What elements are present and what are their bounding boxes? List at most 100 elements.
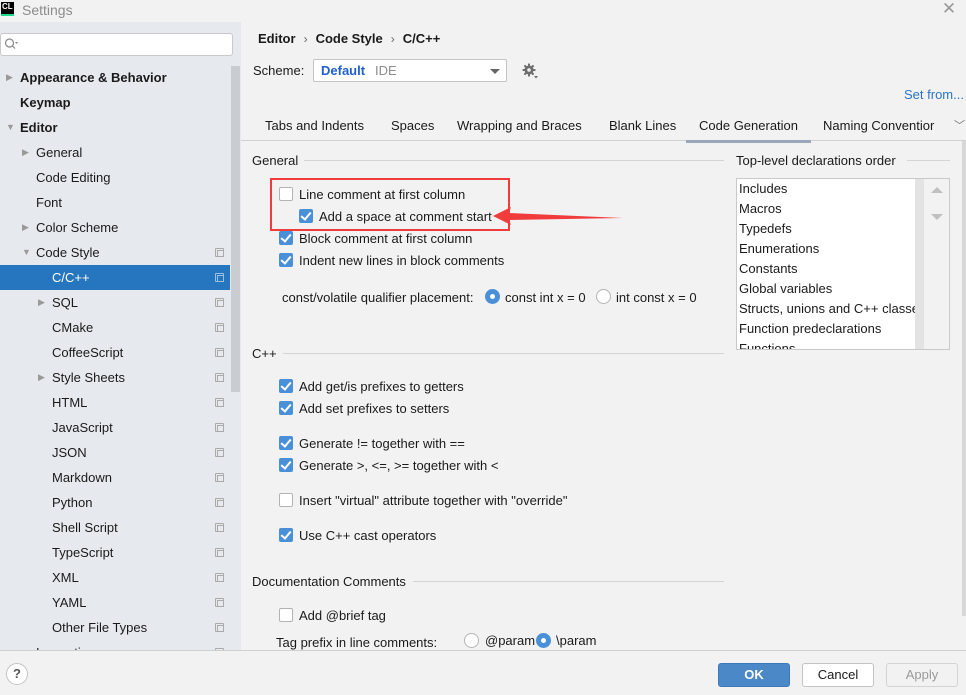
sidebar-item-javascript[interactable]: JavaScript: [0, 415, 230, 440]
apply-button[interactable]: Apply: [886, 663, 958, 687]
sidebar-item-typescript[interactable]: TypeScript: [0, 540, 230, 565]
divider: [413, 581, 724, 582]
scheme-dropdown[interactable]: Default IDE: [313, 59, 507, 82]
declarations-order-item[interactable]: Structs, unions and C++ classes: [737, 299, 923, 319]
sidebar-item-shell-script[interactable]: Shell Script: [0, 515, 230, 540]
sidebar-item-coffeescript[interactable]: CoffeeScript: [0, 340, 230, 365]
sidebar-item-markdown[interactable]: Markdown: [0, 465, 230, 490]
use-cpp-cast-checkbox[interactable]: [279, 528, 293, 542]
declarations-order-item[interactable]: Typedefs: [737, 219, 923, 239]
declarations-order-item[interactable]: Macros: [737, 199, 923, 219]
generate-comparison-checkbox[interactable]: [279, 458, 293, 472]
order-buttons-panel: [924, 178, 950, 350]
annotation-arrow-icon: [493, 207, 623, 225]
project-scheme-copy-icon: [215, 273, 224, 282]
set-from-link[interactable]: Set from...: [904, 87, 964, 102]
divider: [304, 160, 724, 161]
search-icon: [4, 38, 18, 49]
chevron-right-icon[interactable]: ▶: [38, 365, 45, 390]
cancel-button[interactable]: Cancel: [802, 663, 874, 687]
sidebar-item-font[interactable]: Font: [0, 190, 230, 215]
project-scheme-copy-icon: [215, 598, 224, 607]
tag-prefix-radio-backslash-param[interactable]: [536, 633, 551, 648]
sidebar-item-label: Other File Types: [52, 620, 148, 635]
sidebar-item-editor[interactable]: ▼ Editor: [0, 115, 230, 140]
chevron-down-icon[interactable]: ﹀: [954, 117, 965, 133]
block-comment-first-column-checkbox[interactable]: [279, 231, 293, 245]
cv-placement-radio-const-int[interactable]: [485, 289, 500, 304]
main-panel-scrollbar[interactable]: [962, 141, 966, 616]
tab-bar: Tabs and Indents Spaces Wrapping and Bra…: [241, 113, 966, 143]
sidebar-item-other-file-types[interactable]: Other File Types: [0, 615, 230, 640]
chevron-down-icon[interactable]: ▼: [22, 240, 31, 265]
move-down-icon[interactable]: [931, 214, 943, 220]
chevron-right-icon[interactable]: ▶: [38, 290, 45, 315]
declarations-list-scrollbar[interactable]: [915, 179, 924, 349]
sidebar-item-code-editing[interactable]: Code Editing: [0, 165, 230, 190]
tab-tabs-and-indents[interactable]: Tabs and Indents: [265, 118, 364, 133]
sidebar-item-inspections[interactable]: Inspections: [0, 640, 230, 650]
declarations-order-list[interactable]: Includes Macros Typedefs Enumerations Consta…: [736, 178, 924, 350]
sidebar-item-label: HTML: [52, 395, 88, 410]
project-scheme-copy-icon: [215, 323, 224, 332]
tab-naming-convention[interactable]: Naming Conventior: [823, 118, 934, 133]
sidebar-item-html[interactable]: HTML: [0, 390, 230, 415]
sidebar-item-label: CMake: [52, 320, 94, 335]
sidebar-item-style-sheets[interactable]: ▶ Style Sheets: [0, 365, 230, 390]
breadcrumb-item: C/C++: [402, 31, 441, 46]
project-scheme-copy-icon: [215, 298, 224, 307]
settings-search-input[interactable]: [0, 33, 233, 56]
cv-placement-radio-int-const[interactable]: [596, 289, 611, 304]
tab-wrapping-and-braces[interactable]: Wrapping and Braces: [457, 118, 582, 133]
sidebar-item-c-c[interactable]: C/C++: [0, 265, 230, 290]
sidebar-item-appearance-behavior[interactable]: ▶ Appearance & Behavior: [0, 65, 230, 90]
gear-icon[interactable]: [522, 63, 538, 79]
add-set-prefixes-checkbox[interactable]: [279, 401, 293, 415]
tag-prefix-option-label: @param: [485, 633, 536, 648]
sidebar-item-color-scheme[interactable]: ▶ Color Scheme: [0, 215, 230, 240]
declarations-order-item[interactable]: Function predeclarations: [737, 319, 923, 339]
move-up-icon[interactable]: [931, 187, 943, 193]
chevron-right-icon[interactable]: ▶: [22, 140, 29, 165]
chevron-right-icon: ›: [390, 32, 395, 46]
sidebar-item-code-style[interactable]: ▼ Code Style: [0, 240, 230, 265]
add-brief-tag-checkbox[interactable]: [279, 608, 293, 622]
add-get-is-prefixes-checkbox[interactable]: [279, 379, 293, 393]
chevron-right-icon[interactable]: ▶: [6, 65, 13, 90]
tab-code-generation[interactable]: Code Generation: [685, 118, 812, 143]
declarations-order-item[interactable]: Includes: [737, 179, 923, 199]
project-scheme-copy-icon: [215, 573, 224, 582]
declarations-order-item[interactable]: Enumerations: [737, 239, 923, 259]
sidebar-item-python[interactable]: Python: [0, 490, 230, 515]
close-icon[interactable]: ✕: [940, 0, 958, 18]
tag-prefix-radio-at-param[interactable]: [464, 633, 479, 648]
declarations-order-item[interactable]: Functions: [737, 339, 923, 349]
block-comment-first-column-label: Block comment at first column: [299, 231, 473, 246]
sidebar-item-label: JavaScript: [52, 420, 113, 435]
ok-button[interactable]: OK: [718, 663, 790, 687]
sidebar-item-xml[interactable]: XML: [0, 565, 230, 590]
sidebar-item-json[interactable]: JSON: [0, 440, 230, 465]
generate-not-equal-checkbox[interactable]: [279, 436, 293, 450]
generate-comparison-label: Generate >, <=, >= together with <: [299, 458, 499, 473]
sidebar-item-yaml[interactable]: YAML: [0, 590, 230, 615]
sidebar-item-general[interactable]: ▶ General: [0, 140, 230, 165]
title-bar: CL Settings ✕: [0, 0, 966, 22]
sidebar-item-cmake[interactable]: CMake: [0, 315, 230, 340]
declarations-order-item[interactable]: Constants: [737, 259, 923, 279]
sidebar-scrollbar-thumb[interactable]: [231, 66, 240, 392]
sidebar-item-label: Appearance & Behavior: [20, 70, 167, 85]
sidebar-item-sql[interactable]: ▶ SQL: [0, 290, 230, 315]
tab-blank-lines[interactable]: Blank Lines: [609, 118, 676, 133]
chevron-right-icon[interactable]: ▶: [22, 215, 29, 240]
tab-spaces[interactable]: Spaces: [391, 118, 434, 133]
sidebar-item-label: C/C++: [52, 270, 90, 285]
insert-virtual-checkbox[interactable]: [279, 493, 293, 507]
sidebar-item-label: Font: [36, 195, 63, 210]
cv-placement-label: const/volatile qualifier placement:: [282, 290, 474, 305]
declarations-order-item[interactable]: Global variables: [737, 279, 923, 299]
indent-block-comments-checkbox[interactable]: [279, 253, 293, 267]
sidebar-item-keymap[interactable]: Keymap: [0, 90, 230, 115]
chevron-down-icon[interactable]: ▼: [6, 115, 15, 140]
help-icon[interactable]: ?: [6, 663, 28, 685]
